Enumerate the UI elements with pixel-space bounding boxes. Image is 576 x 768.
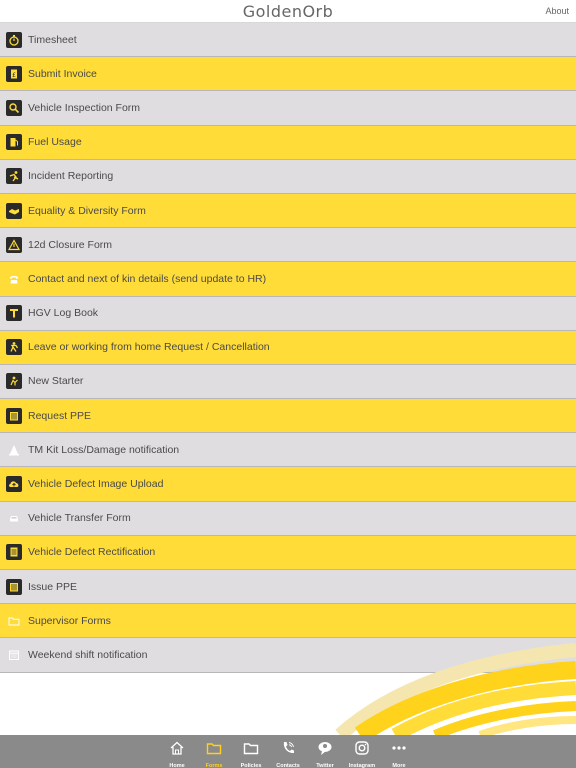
form-row[interactable]: Vehicle Transfer Form [0,501,576,536]
handshake-icon [6,202,22,219]
form-row[interactable]: Request PPE [0,399,576,434]
form-row[interactable]: 12d Closure Form [0,228,576,263]
form-row-label: Vehicle Transfer Form [28,512,131,525]
tab-policies[interactable]: Policies [233,735,270,768]
app-logo: GoldenOrb [242,2,334,21]
folder-icon [206,740,222,761]
tab-bar: Home Forms Policies Contacts Twitter Instagra… [0,735,576,768]
traffic-cone-icon [6,442,22,458]
person-leave-icon [6,339,22,356]
form-row[interactable]: Issue PPE [0,570,576,605]
invoice-icon: £ [6,65,22,82]
phone-icon [6,271,22,287]
form-row[interactable]: Vehicle Defect Rectification [0,535,576,570]
form-row-label: Weekend shift notification [28,648,148,661]
speech-bubble-icon [317,740,333,761]
falling-person-icon [6,168,22,185]
fuel-pump-icon [6,134,22,151]
tab-label: Policies [240,763,262,768]
about-link[interactable]: About [545,6,569,16]
form-row-label: Incident Reporting [28,170,114,183]
tab-instagram[interactable]: Instagram [344,735,381,768]
form-row[interactable]: HGV Log Book [0,296,576,331]
warning-icon [6,236,22,253]
form-row[interactable]: Vehicle Defect Image Upload [0,467,576,502]
form-row[interactable]: Equality & Diversity Form [0,193,576,229]
more-dots-icon [391,740,407,761]
form-row[interactable]: New Starter [0,364,576,400]
form-row-label: Fuel Usage [28,136,82,149]
form-row-label: Leave or working from home Request / Can… [28,341,270,354]
tab-label: Forms [205,763,223,768]
tab-contacts[interactable]: Contacts [270,735,307,768]
top-bar: GoldenOrb About [0,0,576,23]
form-row-label: TM Kit Loss/Damage notification [28,443,180,456]
tab-more[interactable]: More [381,735,418,768]
tab-forms[interactable]: Forms [196,735,233,768]
form-row-label: Request PPE [28,409,92,422]
tab-label: Contacts [276,763,300,768]
tab-label: Twitter [316,763,334,768]
stopwatch-icon [6,31,22,48]
form-row-label: Supervisor Forms [28,614,111,627]
form-row-label: Submit Invoice [28,67,97,80]
calendar-icon [6,647,22,663]
car-icon [6,510,22,526]
svg-text:£: £ [12,72,16,79]
form-row-label: New Starter [28,375,84,388]
ppe-icon [6,578,22,595]
home-icon [169,740,185,761]
form-row[interactable]: Incident Reporting [0,159,576,194]
cloud-upload-icon [6,476,22,493]
form-row[interactable]: Timesheet [0,23,576,58]
form-row[interactable]: £ Submit Invoice [0,57,576,92]
tab-label: More [392,763,406,768]
folder-icon [6,613,22,629]
form-row[interactable]: TM Kit Loss/Damage notification [0,433,576,468]
ppe-icon [6,407,22,424]
tab-home[interactable]: Home [159,735,196,768]
forms-list: Timesheet £ Submit Invoice Vehicle Inspecti… [0,23,576,673]
tab-label: Instagram [348,763,376,768]
folder-outline-icon [243,740,259,761]
form-row-label: Vehicle Defect Image Upload [28,478,164,491]
form-row-label: HGV Log Book [28,307,99,320]
form-row-label: 12d Closure Form [28,238,113,251]
new-starter-icon [6,373,22,390]
form-row-label: Equality & Diversity Form [28,204,146,217]
form-row-label: Timesheet [28,33,77,46]
form-row-label: Issue PPE [28,580,78,593]
form-row[interactable]: Fuel Usage [0,125,576,160]
form-row[interactable]: Leave or working from home Request / Can… [0,330,576,365]
form-row[interactable]: Contact and next of kin details (send up… [0,262,576,297]
tab-twitter[interactable]: Twitter [307,735,344,768]
form-row[interactable]: Vehicle Inspection Form [0,91,576,126]
magnifier-icon [6,99,22,116]
decorative-swoosh [300,630,576,735]
form-row-label: Vehicle Defect Rectification [28,546,156,559]
phone-icon [280,740,296,761]
camera-icon [354,740,370,761]
form-row-label: Vehicle Inspection Form [28,101,141,114]
checklist-icon [6,544,22,561]
t-icon [6,305,22,322]
tab-label: Home [169,763,185,768]
form-row-label: Contact and next of kin details (send up… [28,272,267,285]
